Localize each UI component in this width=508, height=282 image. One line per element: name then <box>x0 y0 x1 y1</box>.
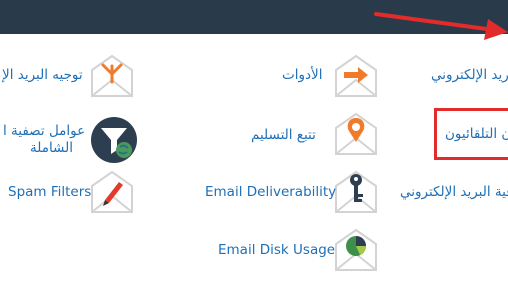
red-highlight-box <box>434 108 508 160</box>
arrow-envelope-icon <box>332 52 380 100</box>
funnel-globe-icon <box>90 116 138 164</box>
spam-filters-label: Spam Filters <box>8 184 92 200</box>
tools-label: الأدوات <box>282 67 323 83</box>
forwarders-label: توجيه البريد الإ <box>2 67 83 83</box>
email-deliverability-label: Email Deliverability <box>205 184 337 200</box>
key-envelope-icon <box>332 168 380 216</box>
pin-envelope-icon <box>332 110 380 158</box>
pen-envelope-icon <box>88 168 136 216</box>
global-filters-label: عوامل تصفية ا <box>3 123 86 139</box>
email-disk-usage-label: Email Disk Usage <box>218 242 336 258</box>
top-header-bar <box>0 0 508 34</box>
global-filters-label-line2: الشاملة <box>30 140 73 156</box>
fork-arrow-envelope-icon <box>88 52 136 100</box>
track-delivery-label: تتبع التسليم <box>251 127 316 143</box>
pie-envelope-icon <box>332 226 380 274</box>
email-accounts-label: ريد الإلكتروني <box>431 67 508 83</box>
email-filters-label: فية البريد الإلكتروني <box>400 184 508 200</box>
